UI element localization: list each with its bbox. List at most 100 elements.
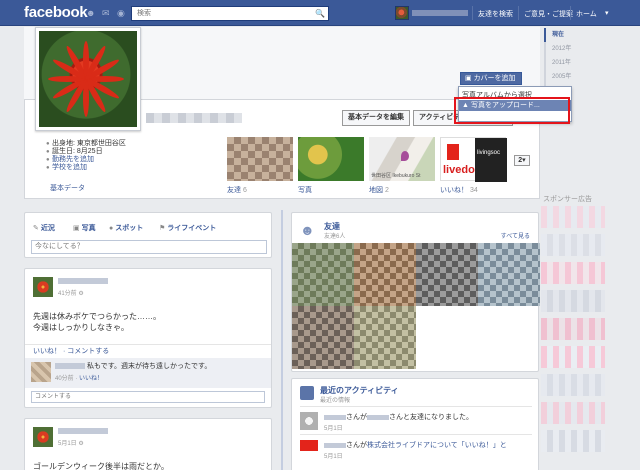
- gear-icon: ⚙: [78, 441, 84, 447]
- status-composer: ✎ 近況 ▣ 写真 ● スポット ⚑ ライフイベント 今なにしてる？: [24, 212, 272, 258]
- post-timestamp[interactable]: 5月1日 ⚙: [58, 438, 84, 447]
- comment-meta: 40分前 · いいね！: [55, 376, 104, 382]
- comment-like-link[interactable]: いいね！: [79, 376, 103, 382]
- like-brand-livingsoc: livingsoc: [475, 138, 507, 182]
- add-school-row[interactable]: ● 学校を追加: [46, 164, 224, 172]
- post-author-name-redacted[interactable]: [58, 278, 108, 284]
- ad-block[interactable]: [541, 402, 605, 424]
- gear-icon: ⚙: [78, 291, 84, 297]
- tab-life-event[interactable]: ⚑ ライフイベント: [159, 223, 216, 233]
- camera-icon: ▣: [465, 75, 474, 82]
- friend-requests-icon[interactable]: ☻: [86, 8, 96, 18]
- basic-data-link[interactable]: 基本データ: [50, 183, 85, 193]
- comment-input[interactable]: コメントする: [31, 391, 265, 403]
- map-tile-label[interactable]: 地図 2: [369, 185, 389, 195]
- likes-tile[interactable]: livedoor livingsoc: [440, 137, 507, 182]
- timeline-post: 41分前 ⚙ 先週は休みボケでつらかった……。 今週はしっかりしなきゃ。 いいね！…: [24, 268, 272, 408]
- birthday-text: 誕生日: 8月25日: [52, 148, 103, 155]
- commenter-name-redacted[interactable]: [55, 363, 85, 369]
- friend-thumbnail[interactable]: [354, 243, 416, 306]
- profile-info-list: ● 出身地: 東京都世田谷区 ● 誕生日: 8月25日 ● 勤務先を追加 ● 学校を追加: [46, 140, 224, 172]
- ad-block[interactable]: [541, 206, 605, 228]
- activity-date[interactable]: 5月1日: [324, 423, 343, 432]
- friends-tile[interactable]: [227, 137, 293, 181]
- scrubber-item-2011[interactable]: 2011年: [544, 56, 604, 70]
- post-author-avatar[interactable]: [33, 427, 53, 447]
- comment-item: 私もです。週末が待ち遠しかったです。 40分前 · いいね！: [25, 358, 271, 388]
- map-tile[interactable]: 世田谷区 Ikebukuro St: [369, 137, 435, 181]
- scrubber-item-now[interactable]: 現在: [544, 28, 604, 42]
- messages-icon[interactable]: ✉: [102, 8, 112, 18]
- notifications-icon[interactable]: ◉: [117, 8, 127, 18]
- activity-date[interactable]: 5月1日: [324, 451, 343, 460]
- profile-picture[interactable]: [35, 27, 141, 131]
- friends-tile-label[interactable]: 友達 6: [227, 185, 247, 195]
- search-icon[interactable]: 🔍: [315, 9, 325, 18]
- likes-tile-label[interactable]: いいね！ 34: [440, 185, 478, 195]
- photos-tile[interactable]: [298, 137, 364, 181]
- map-pin-icon: [401, 151, 409, 161]
- ad-block[interactable]: [541, 234, 605, 256]
- sponsored-title: スポンサー広告: [543, 196, 592, 203]
- tab-place[interactable]: ● スポット: [109, 223, 143, 233]
- scrubber-item-2005[interactable]: 2005年: [544, 70, 604, 84]
- status-input[interactable]: 今なにしてる？: [31, 240, 267, 254]
- ad-block[interactable]: [541, 290, 605, 312]
- friends-grid: [292, 243, 540, 369]
- more-apps-button[interactable]: 2▾: [514, 155, 530, 166]
- account-menu-arrow[interactable]: ▾: [605, 9, 609, 17]
- scrubber-item-2012[interactable]: 2012年: [544, 42, 604, 56]
- find-friends-link[interactable]: 友達を検索: [478, 9, 513, 19]
- photo-icon: ▣: [73, 225, 80, 232]
- post-like-comment-links[interactable]: いいね！ · コメントする: [25, 344, 271, 358]
- birthday-row: ● 誕生日: 8月25日: [46, 148, 224, 156]
- add-work-row[interactable]: ● 勤務先を追加: [46, 156, 224, 164]
- privacy-link[interactable]: ご意見・ご提案: [524, 9, 573, 19]
- post-author-avatar[interactable]: [33, 277, 53, 297]
- livedoor-avatar[interactable]: [300, 440, 318, 458]
- ad-block[interactable]: [541, 318, 605, 340]
- photos-tile-label[interactable]: 写真: [298, 185, 312, 195]
- friend-thumbnail[interactable]: [416, 243, 478, 306]
- recent-activity-subtitle: 最近の情報: [320, 398, 351, 404]
- highlight-annotation: [454, 97, 570, 124]
- user-name-redacted[interactable]: [412, 10, 468, 16]
- tab-photo[interactable]: ▣ 写真: [73, 223, 96, 233]
- ad-block[interactable]: [541, 374, 605, 396]
- ad-block[interactable]: [541, 430, 605, 452]
- post-text: ゴールデンウィーク後半は雨だとか。: [33, 462, 169, 470]
- ad-block[interactable]: [541, 346, 605, 368]
- activity-item: さんが さんと友達になりました。 5月1日: [300, 406, 532, 432]
- nav-divider: [570, 6, 571, 20]
- add-cover-label: カバーを追加: [473, 75, 516, 82]
- edit-basic-info-button[interactable]: 基本データを編集: [342, 110, 410, 126]
- post-author-name-redacted[interactable]: [58, 428, 108, 434]
- home-link[interactable]: ホーム: [576, 9, 597, 19]
- hometown-row: ● 出身地: 東京都世田谷区: [46, 140, 224, 148]
- user-avatar[interactable]: [395, 6, 409, 20]
- friend-thumbnail[interactable]: [292, 243, 354, 306]
- friends-box: ☻ 友達 友達6人 すべて見る: [291, 212, 540, 372]
- comment-text: 私もです。週末が待ち遠しかったです。: [87, 363, 212, 370]
- add-work-link[interactable]: 勤務先を追加: [52, 156, 94, 163]
- friend-thumbnail[interactable]: [478, 243, 540, 306]
- tab-status[interactable]: ✎ 近況: [33, 223, 55, 233]
- facebook-logo[interactable]: facebook: [24, 4, 88, 21]
- commenter-avatar[interactable]: [31, 362, 51, 382]
- friend-thumbnail[interactable]: [354, 306, 416, 369]
- ad-block[interactable]: [541, 262, 605, 284]
- timeline-post: 5月1日 ⚙ ゴールデンウィーク後半は雨だとか。: [24, 418, 272, 470]
- add-cover-button[interactable]: ▣ カバーを追加 ▾: [460, 72, 522, 93]
- status-icon: ✎: [33, 225, 39, 232]
- activity-item: さんが株式会社ライブドアについて「いいね！」と 5月1日: [300, 434, 532, 460]
- add-school-link[interactable]: 学校を追加: [52, 164, 87, 171]
- activity-avatar[interactable]: [300, 412, 318, 430]
- search-input[interactable]: [132, 7, 312, 20]
- nav-divider: [472, 6, 473, 20]
- post-timestamp[interactable]: 41分前 ⚙: [58, 288, 84, 297]
- see-all-friends-link[interactable]: すべて見る: [501, 231, 530, 240]
- nav-divider: [518, 6, 519, 20]
- top-bar: facebook ☻ ✉ ◉ 🔍 友達を検索 ご意見・ご提案 ホーム ▾: [0, 0, 640, 26]
- friend-thumbnail[interactable]: [292, 306, 354, 369]
- map-caption: 世田谷区 Ikebukuro St: [371, 173, 421, 179]
